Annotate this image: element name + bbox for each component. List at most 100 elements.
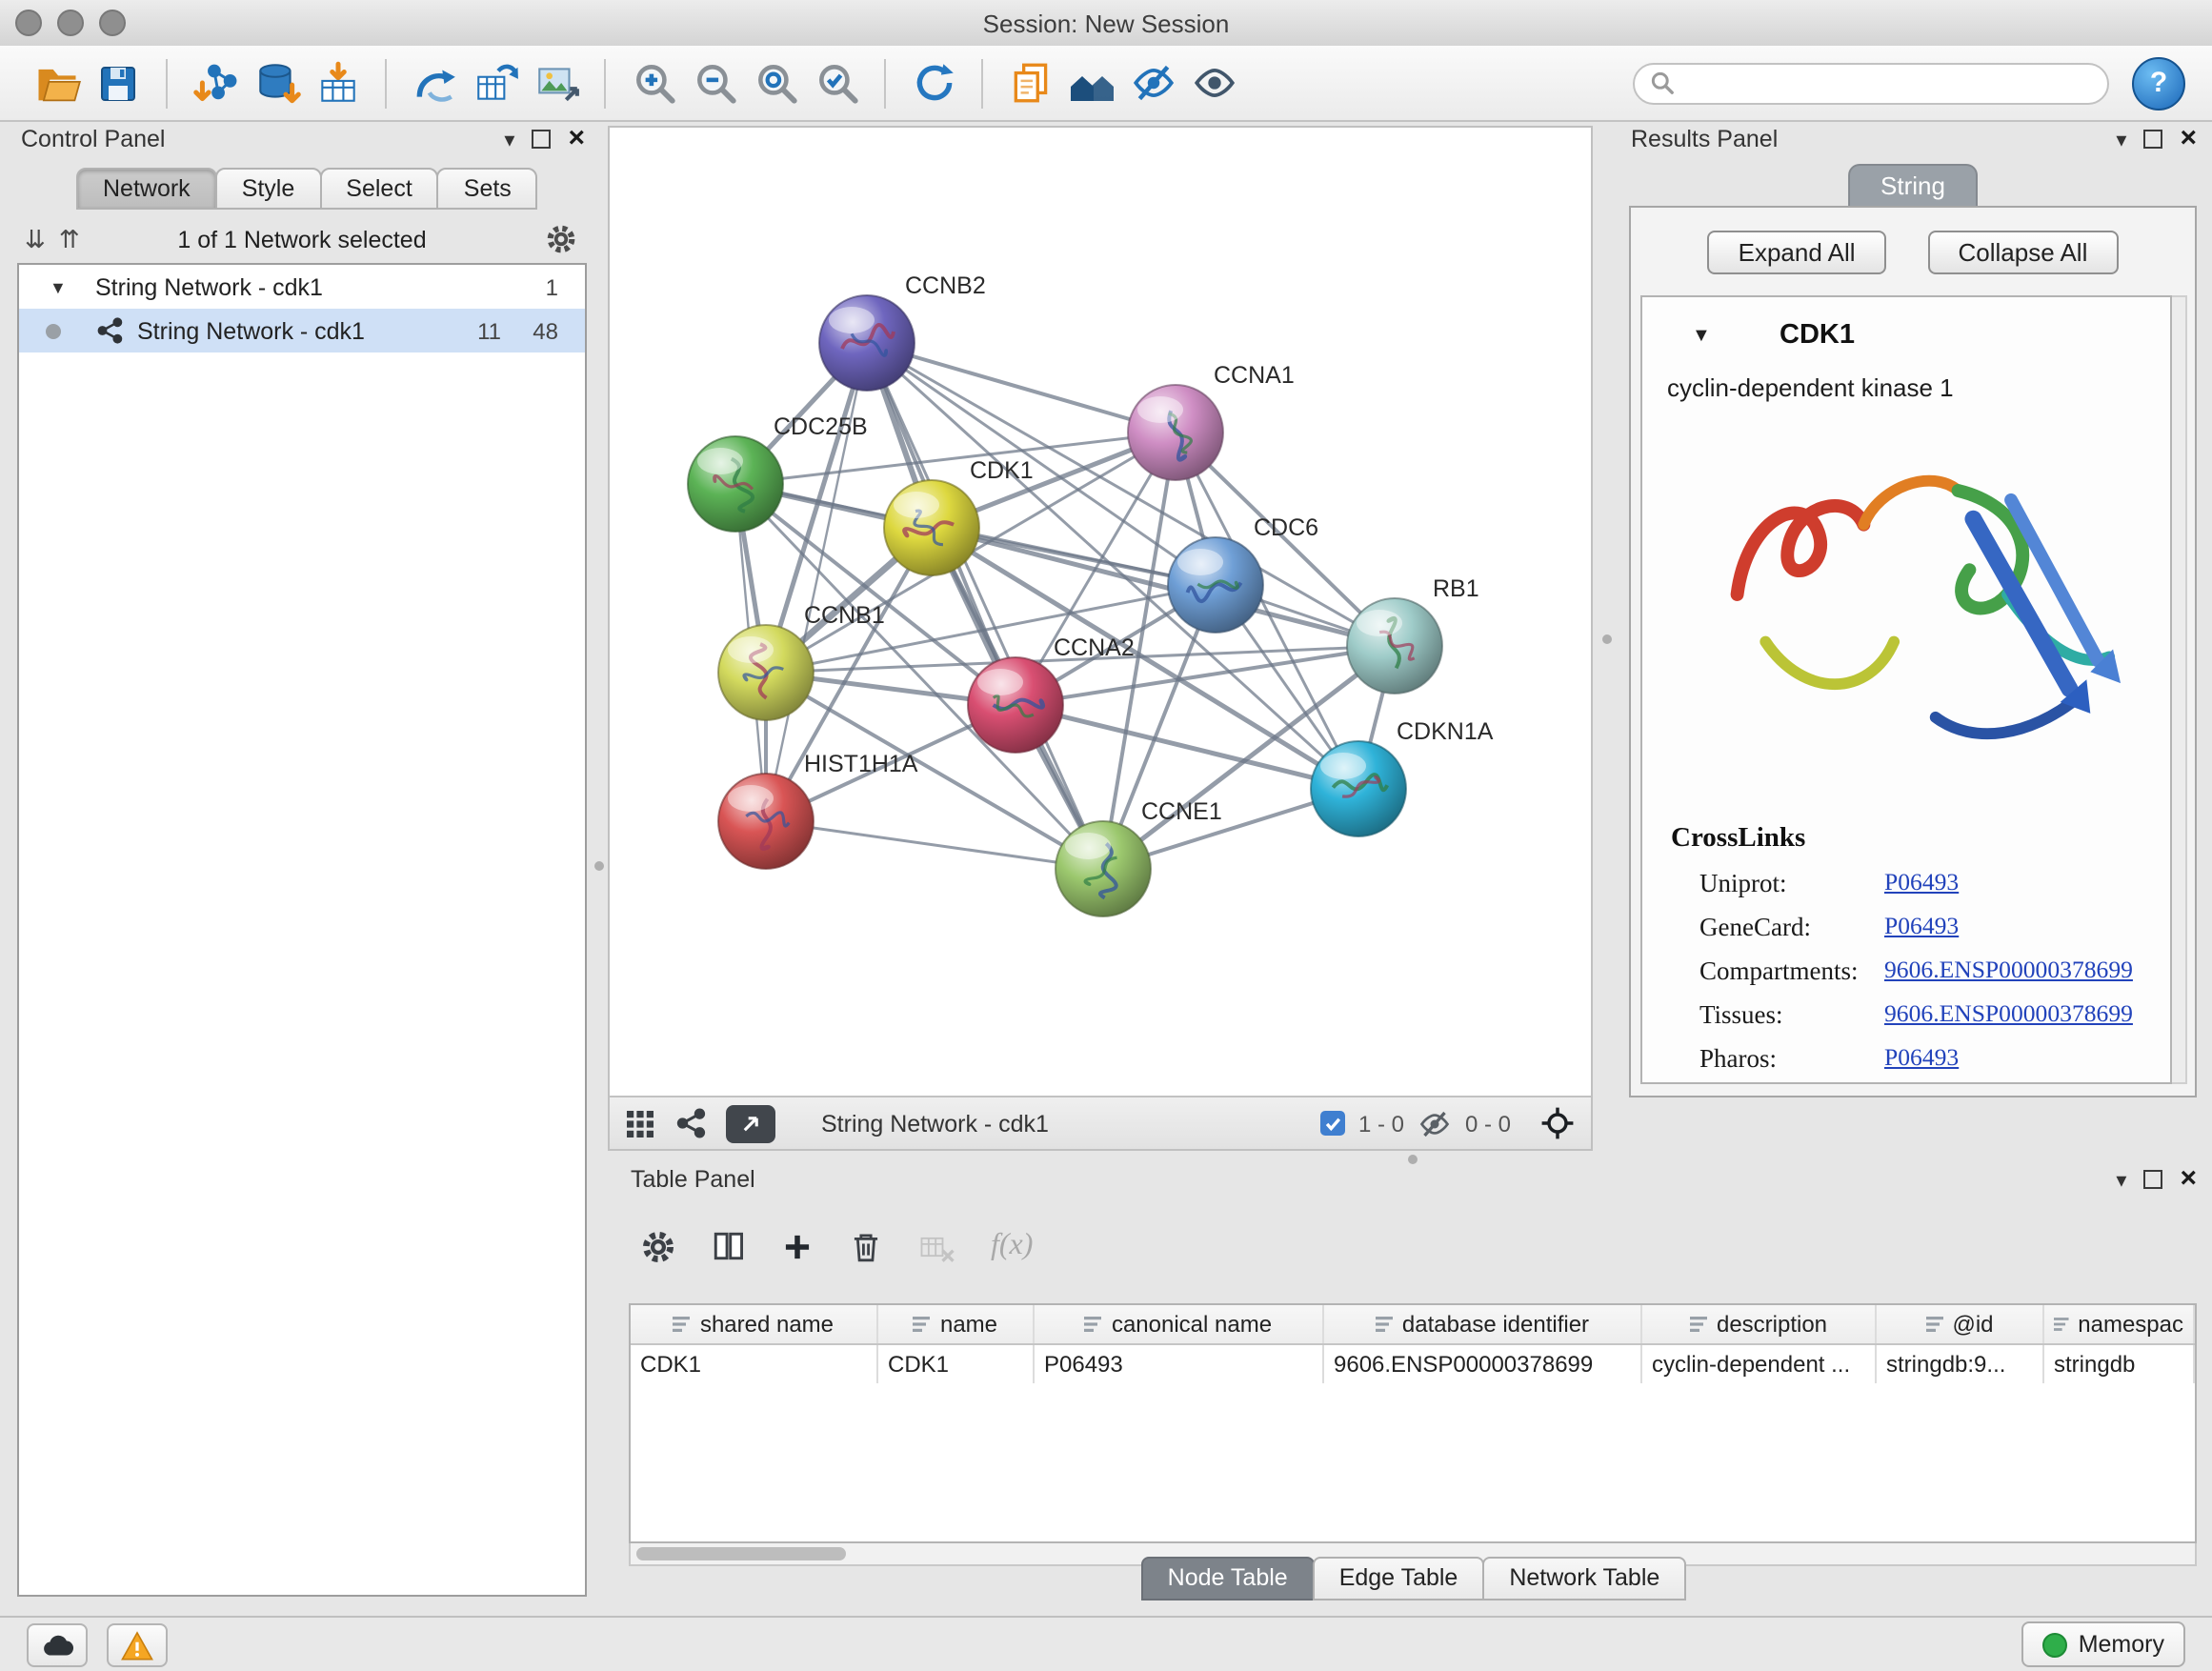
tab-sets[interactable]: Sets <box>437 168 538 210</box>
warnings-button[interactable] <box>107 1622 168 1666</box>
tab-edge-table[interactable]: Edge Table <box>1313 1557 1485 1601</box>
table-cell[interactable]: cyclin-dependent ... <box>1642 1345 1877 1383</box>
crosslink-link-genecard[interactable]: P06493 <box>1884 913 1959 941</box>
network-node-CCNE1[interactable] <box>1056 821 1151 916</box>
network-node-CCNB1[interactable] <box>718 625 814 720</box>
table-cell[interactable]: CDK1 <box>631 1345 878 1383</box>
zoom-out-icon[interactable] <box>684 52 745 113</box>
column-header[interactable]: canonical name <box>1035 1305 1324 1343</box>
crosslink-link-pharos[interactable]: P06493 <box>1884 1044 1959 1073</box>
grid-view-icon[interactable] <box>625 1108 655 1138</box>
horizontal-splitter-handle[interactable] <box>1408 1155 1418 1164</box>
search-icon <box>1650 70 1675 95</box>
panel-float-icon[interactable] <box>532 130 551 149</box>
tab-network-table[interactable]: Network Table <box>1482 1557 1686 1601</box>
gene-symbol: CDK1 <box>1780 320 1855 351</box>
show-all-eye-icon[interactable] <box>1183 52 1244 113</box>
save-session-icon[interactable] <box>88 52 149 113</box>
column-header[interactable]: shared name <box>631 1305 878 1343</box>
apply-layout-icon[interactable] <box>903 52 964 113</box>
export-image-icon[interactable] <box>526 52 587 113</box>
import-table-icon[interactable] <box>307 52 368 113</box>
zoom-in-icon[interactable] <box>623 52 684 113</box>
network-edge-HIST1H1A-CCNE1[interactable] <box>766 821 1103 869</box>
panel-float-icon[interactable] <box>2143 130 2162 149</box>
network-node-RB1[interactable] <box>1347 598 1442 694</box>
search-input[interactable] <box>1675 68 2092 98</box>
memory-button[interactable]: Memory <box>2021 1621 2185 1667</box>
table-options-gear-icon[interactable] <box>640 1228 676 1264</box>
column-header[interactable]: @id <box>1877 1305 2044 1343</box>
section-expanded-icon[interactable]: ▼ <box>1692 326 1711 347</box>
table-row[interactable]: CDK1 CDK1 P06493 9606.ENSP00000378699 cy… <box>631 1345 2195 1383</box>
table-cell[interactable]: CDK1 <box>878 1345 1035 1383</box>
help-button[interactable]: ? <box>2132 56 2185 110</box>
network-overview-icon[interactable] <box>1061 52 1122 113</box>
tab-node-table[interactable]: Node Table <box>1141 1557 1315 1601</box>
network-node-CDC6[interactable] <box>1168 537 1263 633</box>
show-columns-icon[interactable] <box>709 1227 747 1265</box>
network-node-CCNB2[interactable] <box>819 295 915 391</box>
panel-close-icon[interactable]: × <box>2180 130 2197 149</box>
panel-close-icon[interactable]: × <box>568 130 585 149</box>
collapse-all-button[interactable]: Collapse All <box>1928 231 2119 274</box>
table-cell[interactable]: stringdb:9... <box>1877 1345 2044 1383</box>
column-header[interactable]: description <box>1642 1305 1877 1343</box>
network-row-selected[interactable]: String Network - cdk1 11 48 <box>19 309 585 352</box>
network-collection-row[interactable]: ▼ String Network - cdk1 1 <box>19 265 585 309</box>
expand-all-button[interactable]: Expand All <box>1708 231 1886 274</box>
birdseye-view-button[interactable] <box>726 1104 775 1142</box>
tab-select[interactable]: Select <box>319 168 439 210</box>
results-scrollbar[interactable] <box>2170 295 2187 1084</box>
table-cell[interactable]: 9606.ENSP00000378699 <box>1324 1345 1642 1383</box>
network-node-HIST1H1A[interactable] <box>718 774 814 869</box>
import-network-database-icon[interactable] <box>246 52 307 113</box>
open-session-icon[interactable] <box>27 52 88 113</box>
pan-crosshair-icon[interactable] <box>1539 1105 1576 1141</box>
panel-menu-icon[interactable]: ▾ <box>2116 127 2126 151</box>
hide-selected-icon[interactable] <box>1122 52 1183 113</box>
zoom-selected-icon[interactable] <box>806 52 867 113</box>
clear-table-icon-disabled <box>916 1228 958 1264</box>
network-node-CDC25B[interactable] <box>688 436 783 532</box>
panel-float-icon[interactable] <box>2143 1170 2162 1189</box>
network-node-CDKN1A[interactable] <box>1311 741 1406 836</box>
table-cell[interactable]: P06493 <box>1035 1345 1324 1383</box>
search-box[interactable] <box>1633 62 2109 104</box>
network-from-selection-icon[interactable] <box>404 52 465 113</box>
network-node-CDK1[interactable] <box>884 480 979 575</box>
hidden-elements-eye-icon[interactable] <box>1418 1106 1452 1140</box>
network-node-CCNA1[interactable] <box>1128 385 1223 480</box>
results-panel: Results Panel ▾ × String Expand All Coll… <box>1621 126 2204 1155</box>
selected-nodes-checkbox-icon[interactable] <box>1320 1111 1345 1136</box>
crosslink-link-uniprot[interactable]: P06493 <box>1884 869 1959 897</box>
tab-string[interactable]: String <box>1848 164 1978 206</box>
panel-menu-icon[interactable]: ▾ <box>2116 1167 2126 1192</box>
copy-document-icon[interactable] <box>1000 52 1061 113</box>
table-cell[interactable]: stringdb <box>2044 1345 2195 1383</box>
column-header[interactable]: database identifier <box>1324 1305 1642 1343</box>
column-header[interactable]: namespac <box>2044 1305 2195 1343</box>
panel-close-icon[interactable]: × <box>2180 1170 2197 1189</box>
import-network-file-icon[interactable] <box>185 52 246 113</box>
delete-column-trash-icon[interactable] <box>848 1228 884 1264</box>
network-edge-CCNB2-CCNE1[interactable] <box>867 343 1103 869</box>
network-from-table-icon[interactable] <box>465 52 526 113</box>
create-column-plus-icon[interactable] <box>779 1228 815 1264</box>
vertical-splitter-handle[interactable] <box>1602 634 1612 644</box>
panel-menu-icon[interactable]: ▾ <box>504 127 514 151</box>
network-node-CCNA2[interactable] <box>968 657 1063 753</box>
share-network-icon[interactable] <box>674 1107 707 1139</box>
tab-network[interactable]: Network <box>76 168 217 210</box>
crosslink-link-tissues[interactable]: 9606.ENSP00000378699 <box>1884 1000 2133 1029</box>
zoom-fit-icon[interactable] <box>745 52 806 113</box>
tree-expanded-icon[interactable]: ▼ <box>50 277 76 296</box>
vertical-splitter-handle[interactable] <box>594 861 604 871</box>
crosslink-link-compartments[interactable]: 9606.ENSP00000378699 <box>1884 956 2133 985</box>
network-options-gear-icon[interactable] <box>545 223 577 255</box>
network-canvas[interactable]: CCNB2CCNA1CDC25BCDK1CDC6RB1CCNB1CCNA2CDK… <box>610 128 1591 1096</box>
tab-style[interactable]: Style <box>215 168 322 210</box>
warning-icon <box>120 1628 154 1661</box>
column-header[interactable]: name <box>878 1305 1035 1343</box>
cloud-status-button[interactable] <box>27 1622 88 1666</box>
